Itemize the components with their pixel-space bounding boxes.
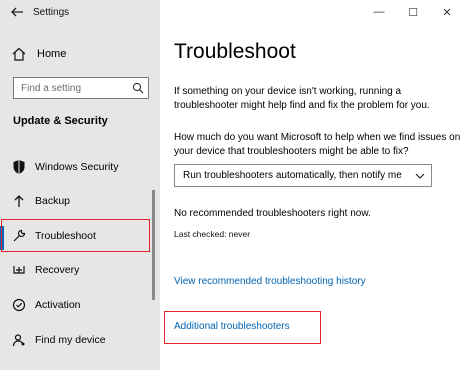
- page-title: Troubleshoot: [174, 40, 296, 63]
- history-link[interactable]: View recommended troubleshooting history: [174, 276, 366, 287]
- intro-text: If something on your device isn't workin…: [174, 86, 430, 111]
- sidebar-item-activation[interactable]: Activation: [0, 288, 152, 322]
- backup-arrow-icon: [11, 193, 27, 209]
- question-text: How much do you want Microsoft to help w…: [174, 132, 461, 157]
- sidebar-item-find-my-device[interactable]: Find my device: [0, 323, 152, 357]
- search-icon[interactable]: [128, 78, 148, 98]
- sidebar-item-label: Backup: [35, 195, 71, 207]
- highlight-box-additional: [164, 311, 321, 344]
- search-box[interactable]: Find a setting: [13, 77, 149, 99]
- sidebar-item-backup[interactable]: Backup: [0, 184, 152, 218]
- dropdown-value: Run troubleshooters automatically, then …: [183, 170, 402, 181]
- section-title: Update & Security: [13, 115, 108, 127]
- home-label: Home: [37, 48, 67, 60]
- no-recommended-text: No recommended troubleshooters right now…: [174, 208, 371, 219]
- maximize-button[interactable]: ☐: [396, 4, 430, 20]
- window-controls: — ☐ ✕: [362, 4, 464, 20]
- sidebar-item-windows-security[interactable]: Windows Security: [0, 150, 152, 184]
- home-icon: [11, 46, 27, 62]
- person-location-icon: [11, 332, 27, 348]
- recovery-icon: [11, 262, 27, 278]
- main-content: — ☐ ✕ Troubleshoot If something on your …: [160, 0, 474, 370]
- close-button[interactable]: ✕: [430, 4, 464, 20]
- sidebar-item-label: Find my device: [35, 334, 106, 346]
- back-arrow-icon[interactable]: [10, 5, 26, 21]
- highlight-box-troubleshoot: [1, 219, 150, 252]
- sidebar-scrollbar[interactable]: [152, 190, 155, 300]
- search-input[interactable]: Find a setting: [14, 83, 128, 94]
- activation-check-icon: [11, 297, 27, 313]
- troubleshoot-preference-dropdown[interactable]: Run troubleshooters automatically, then …: [174, 164, 432, 187]
- sidebar-item-label: Activation: [35, 299, 81, 311]
- app-title: Settings: [33, 7, 70, 18]
- shield-icon: [11, 159, 27, 175]
- home-button[interactable]: Home: [11, 44, 66, 64]
- minimize-button[interactable]: —: [362, 4, 396, 20]
- chevron-down-icon: [409, 173, 431, 179]
- sidebar-item-label: Windows Security: [35, 161, 119, 173]
- sidebar-item-recovery[interactable]: Recovery: [0, 253, 152, 287]
- sidebar-item-label: Recovery: [35, 264, 80, 276]
- sidebar: Settings Home Find a setting Update & Se…: [0, 0, 160, 370]
- last-checked-text: Last checked: never: [174, 229, 251, 239]
